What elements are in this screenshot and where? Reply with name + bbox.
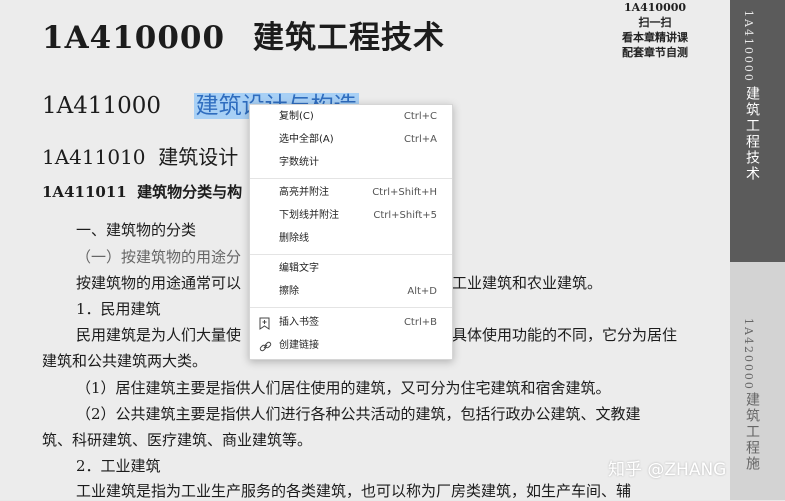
- menu-item-strikethrough[interactable]: 删除线: [250, 228, 452, 250]
- link-icon: [259, 335, 272, 360]
- menu-item-label: 选中全部(A): [279, 134, 334, 145]
- menu-item-shortcut: Ctrl+B: [403, 317, 437, 328]
- scan-note-line-2: 看本章精讲课: [622, 31, 688, 44]
- menu-item-select-all[interactable]: 选中全部(A) Ctrl+A: [250, 129, 452, 151]
- section-code: 1A411000: [42, 93, 162, 119]
- menu-item-highlight-note[interactable]: 高亮并附注 Ctrl+Shift+H: [250, 182, 452, 204]
- body-line: 建筑和公共建筑两大类。: [42, 352, 208, 370]
- menu-item-shortcut: Ctrl+C: [403, 111, 437, 122]
- scan-note-line-3: 配套章节自测: [622, 46, 688, 59]
- body-line: 具体使用功能的不同，它分为居住: [452, 326, 678, 344]
- body-line: （一）按建筑物的用途分: [76, 248, 242, 266]
- menu-item-label: 删除线: [279, 233, 309, 244]
- menu-item-word-count[interactable]: 字数统计: [250, 152, 452, 174]
- bookmark-icon: [259, 312, 270, 337]
- side-tab-1-label: 建筑工程技术: [744, 86, 760, 182]
- menu-item-shortcut: Ctrl+Shift+5: [373, 210, 437, 221]
- context-menu: 复制(C) Ctrl+C 选中全部(A) Ctrl+A 字数统计 高亮并附注 C…: [249, 104, 453, 360]
- menu-separator: [250, 307, 452, 308]
- menu-item-copy[interactable]: 复制(C) Ctrl+C: [250, 106, 452, 128]
- body-line: 2．工业建筑: [76, 457, 161, 475]
- body-line: （2）公共建筑主要是指供人们进行各种公共活动的建筑，包括行政办公建筑、文教建: [76, 405, 641, 423]
- menu-separator: [250, 254, 452, 255]
- body-line: 1．民用建筑: [76, 300, 161, 318]
- menu-item-underline-note[interactable]: 下划线并附注 Ctrl+Shift+5: [250, 205, 452, 227]
- watermark: 知乎 @ZHANG: [608, 460, 727, 480]
- menu-separator: [250, 178, 452, 179]
- body-line: 按建筑物的用途通常可以: [76, 274, 242, 292]
- scan-note-code: 1A410000: [623, 1, 687, 14]
- menu-item-create-link[interactable]: 创建链接: [250, 335, 452, 357]
- menu-item-erase[interactable]: 擦除 Alt+D: [250, 281, 452, 303]
- menu-item-shortcut: Alt+D: [407, 286, 437, 297]
- menu-item-label: 插入书签: [279, 317, 319, 328]
- menu-item-shortcut: Ctrl+A: [403, 134, 437, 145]
- body-line: 工业建筑是指为工业生产服务的各类建筑，也可以称为厂房类建筑，如生产车间、辅: [76, 482, 632, 500]
- body-line: 筑、科研建筑、医疗建筑、商业建筑等。: [42, 431, 313, 449]
- subsection-title: 1A411010 建筑设计: [42, 145, 239, 169]
- side-tab-2-label: 建筑工程施: [744, 392, 760, 472]
- menu-item-edit-text[interactable]: 编辑文字: [250, 258, 452, 280]
- menu-item-label: 下划线并附注: [279, 210, 339, 221]
- body-line: （1）居住建筑主要是指供人们居住使用的建筑，又可分为住宅建筑和宿舍建筑。: [76, 379, 611, 397]
- menu-item-label: 擦除: [279, 286, 299, 297]
- chapter-name: 建筑工程技术: [253, 20, 446, 56]
- scan-note-line-1: 扫一扫: [638, 16, 672, 29]
- chapter-code: 1A410000: [42, 20, 226, 56]
- scan-note: 1A410000 扫一扫 看本章精讲课 配套章节自测: [590, 0, 720, 60]
- body-line: 民用建筑是为人们大量使: [76, 326, 242, 344]
- menu-item-label: 编辑文字: [279, 263, 319, 274]
- menu-item-shortcut: Ctrl+Shift+H: [372, 187, 437, 198]
- subsubsection-title: 1A411011 建筑物分类与构: [42, 183, 243, 201]
- side-tab-2-code: 1A420000: [742, 318, 755, 391]
- menu-item-label: 字数统计: [279, 157, 319, 168]
- menu-item-insert-bookmark[interactable]: 插入书签 Ctrl+B: [250, 312, 452, 334]
- side-tab-1-code: 1A410000: [742, 10, 755, 83]
- body-line: 工业建筑和农业建筑。: [452, 274, 603, 292]
- chapter-title: 1A410000 建筑工程技术: [42, 12, 445, 57]
- menu-item-label: 高亮并附注: [279, 187, 329, 198]
- body-line: 一、建筑物的分类: [76, 221, 197, 239]
- menu-item-label: 复制(C): [279, 111, 314, 122]
- menu-item-label: 创建链接: [279, 340, 319, 351]
